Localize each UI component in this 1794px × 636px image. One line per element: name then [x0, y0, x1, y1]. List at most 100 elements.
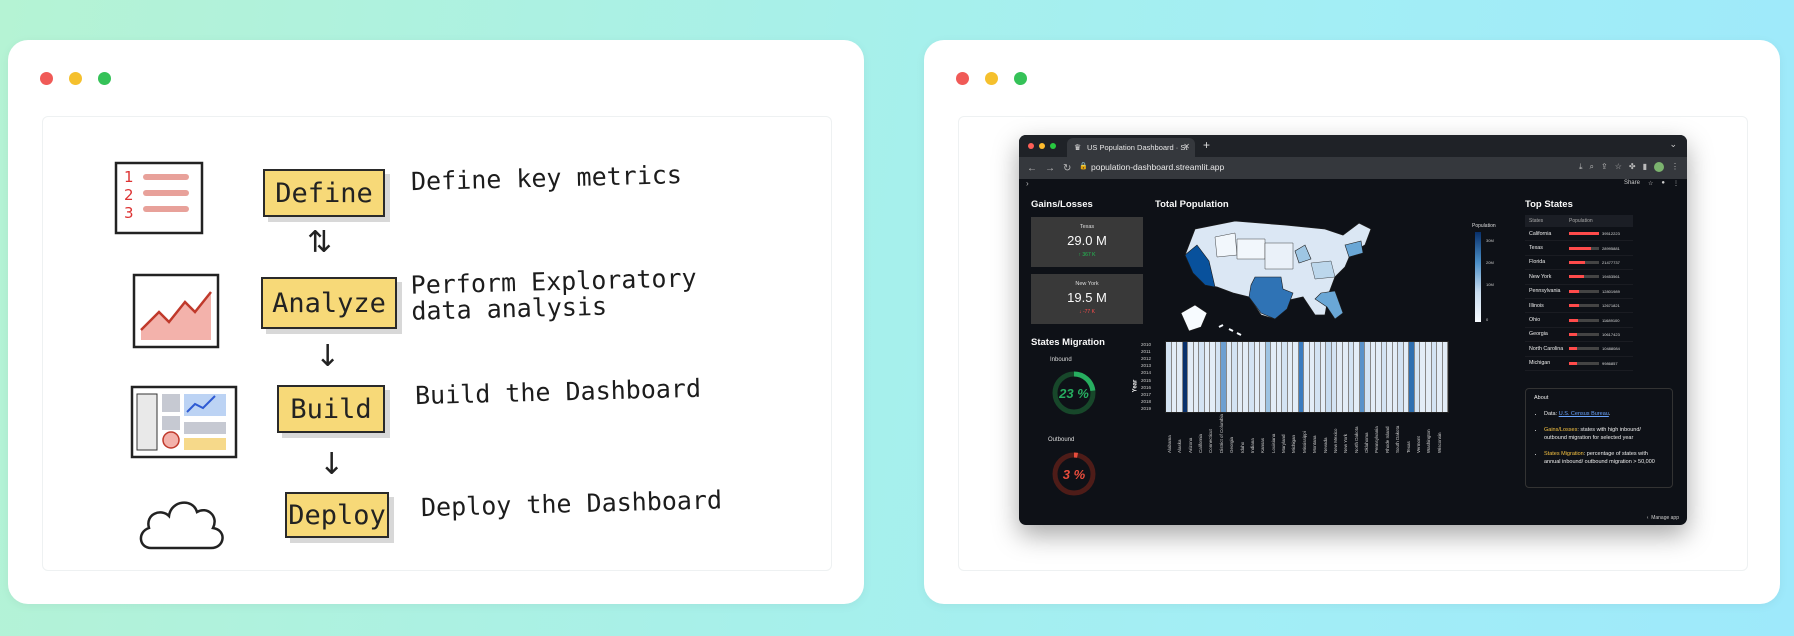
inbound-value: 23 %: [1059, 386, 1089, 401]
population-cell: 9986857: [1569, 361, 1633, 366]
forward-icon[interactable]: →: [1045, 163, 1055, 174]
browser-controls: [1028, 143, 1056, 149]
table-row[interactable]: Illinois 12671821: [1525, 299, 1633, 314]
install-icon[interactable]: ⤓: [1579, 162, 1583, 172]
legend-tick: 10M: [1486, 282, 1494, 287]
zoom-icon[interactable]: ⌕: [1590, 162, 1594, 172]
table-row[interactable]: Florida 21477737: [1525, 256, 1633, 271]
population-cell: 12671821: [1569, 303, 1633, 308]
gains-label: Gains/Losses: [1544, 426, 1578, 433]
share-page-icon[interactable]: ⇪: [1601, 162, 1608, 172]
state-label: New York: [1343, 433, 1349, 453]
avatar[interactable]: [1654, 162, 1664, 172]
table-row[interactable]: California 39512223: [1525, 227, 1633, 242]
state-label: Wisconsin: [1436, 432, 1442, 453]
line-chart-icon: [132, 273, 220, 349]
population-progress-fill: [1569, 246, 1591, 250]
list-icon: 1 2 3: [114, 161, 204, 235]
legend-tick: 20M: [1486, 260, 1494, 265]
workflow-card: 1 2 3 Define Analyze Build Deploy ⇅ ↓ ↓ …: [8, 40, 864, 604]
inbound-label: Inbound: [1050, 357, 1072, 363]
year-label: 2019: [1141, 405, 1152, 411]
metric-delta: ↓ -77 K: [1079, 309, 1095, 315]
table-row[interactable]: Texas 28995881: [1525, 241, 1633, 256]
table-rows: California 39512223 Texas 28995881 Florida 21…: [1525, 227, 1633, 371]
github-icon[interactable]: ●: [1661, 180, 1665, 187]
state-label: Mississippi: [1301, 431, 1307, 453]
browser-maximize-dot[interactable]: [1050, 143, 1056, 149]
state-label: Maryland: [1281, 434, 1287, 453]
population-progress: [1569, 260, 1599, 264]
state-name: Illinois: [1529, 302, 1544, 309]
table-row[interactable]: Pennsylvania 12801989: [1525, 285, 1633, 299]
state-name: Michigan: [1529, 360, 1551, 367]
chevron-down-icon[interactable]: ⌄: [1669, 139, 1677, 150]
population-progress: [1569, 289, 1599, 293]
total-population-title: Total Population: [1155, 199, 1229, 210]
census-link[interactable]: U.S. Census Bureau: [1559, 411, 1609, 417]
chevron-right-icon[interactable]: ›: [1026, 179, 1029, 188]
header-actions: Share ☆ ● ⋮: [1624, 180, 1679, 187]
browser-minimize-dot[interactable]: [1039, 143, 1045, 149]
table-row[interactable]: Georgia 10617423: [1525, 328, 1633, 343]
reload-icon[interactable]: ↻: [1063, 163, 1071, 174]
step-analyze-label: Analyze: [272, 287, 386, 319]
share-button[interactable]: Share: [1624, 180, 1640, 187]
column-header-states[interactable]: States: [1525, 218, 1569, 224]
minimize-dot: [985, 72, 998, 85]
manage-app-button[interactable]: ‹ Manage app: [1647, 515, 1679, 521]
top-states-title: Top States: [1525, 199, 1573, 210]
outbound-value: 3 %: [1062, 467, 1086, 482]
more-icon[interactable]: ⋮: [1673, 180, 1679, 187]
browser-window: ♛ US Population Dashboard · St ✕ + ⌄ ← →…: [1019, 135, 1687, 525]
extensions-icon[interactable]: ✤: [1629, 162, 1636, 172]
population-cell: 28995881: [1569, 246, 1633, 251]
state-label: North Dakota: [1353, 426, 1359, 453]
window-controls: [40, 72, 111, 85]
table-row[interactable]: Michigan 9986857: [1525, 357, 1633, 371]
legend-tick: 0: [1486, 317, 1489, 322]
state-label: Georgia: [1229, 436, 1235, 453]
new-tab-icon[interactable]: +: [1203, 138, 1210, 152]
star-icon[interactable]: ☆: [1615, 162, 1622, 172]
about-item-migration: States Migration: percentage of states w…: [1544, 450, 1664, 467]
back-icon[interactable]: ←: [1027, 163, 1037, 174]
step-deploy-description: Deploy the Dashboard: [420, 485, 723, 523]
population-progress: [1569, 232, 1599, 236]
year-label: 2014: [1141, 370, 1152, 376]
metric-value: 29.0 M: [1067, 233, 1107, 248]
state-label: Vermont: [1415, 436, 1421, 453]
tab-population-dashboard[interactable]: ♛ US Population Dashboard · St ✕: [1067, 138, 1195, 157]
step-define-label: Define: [275, 177, 373, 209]
url-input[interactable]: 🔒 population-dashboard.streamlit.app: [1077, 161, 1577, 175]
lock-icon: 🔒: [1079, 163, 1088, 170]
population-value: 10617423: [1602, 331, 1620, 337]
table-row[interactable]: North Carolina 10488084: [1525, 342, 1633, 357]
close-icon[interactable]: ✕: [1183, 142, 1190, 151]
column-header-population[interactable]: Population: [1569, 218, 1633, 224]
population-value: 10488084: [1602, 346, 1620, 352]
year-label: 2011: [1141, 349, 1151, 355]
top-states-table[interactable]: States Population California 39512223 Texa…: [1525, 215, 1633, 371]
state-name: Pennsylvania: [1529, 288, 1561, 295]
star-icon[interactable]: ☆: [1648, 180, 1653, 187]
state-label: Rhode Island: [1384, 426, 1390, 453]
metric-delta: ↑ 367 K: [1078, 252, 1096, 258]
menu-icon[interactable]: ⋮: [1671, 162, 1679, 172]
state-name: Texas: [1529, 245, 1543, 252]
state-label: District of Columbia: [1218, 413, 1224, 453]
population-progress-fill: [1569, 361, 1577, 365]
table-row[interactable]: New York 19453561: [1525, 270, 1633, 285]
about-expander[interactable]: About Data: U.S. Census Bureau. Gains/Lo…: [1525, 388, 1673, 488]
step-build-description: Build the Dashboard: [414, 373, 702, 411]
population-progress-fill: [1569, 304, 1579, 308]
down-arrow-icon: ↓: [315, 339, 341, 374]
about-item-gains: Gains/Losses: states with high inbound/ …: [1544, 426, 1664, 443]
dashboard-card: ♛ US Population Dashboard · St ✕ + ⌄ ← →…: [924, 40, 1780, 604]
table-row[interactable]: Ohio 11689100: [1525, 313, 1633, 328]
population-progress: [1569, 275, 1599, 279]
browser-close-dot[interactable]: [1028, 143, 1034, 149]
sidebar-icon[interactable]: ▮: [1643, 162, 1647, 172]
list-number-1: 1: [124, 168, 134, 186]
population-value: 12801989: [1602, 288, 1620, 294]
